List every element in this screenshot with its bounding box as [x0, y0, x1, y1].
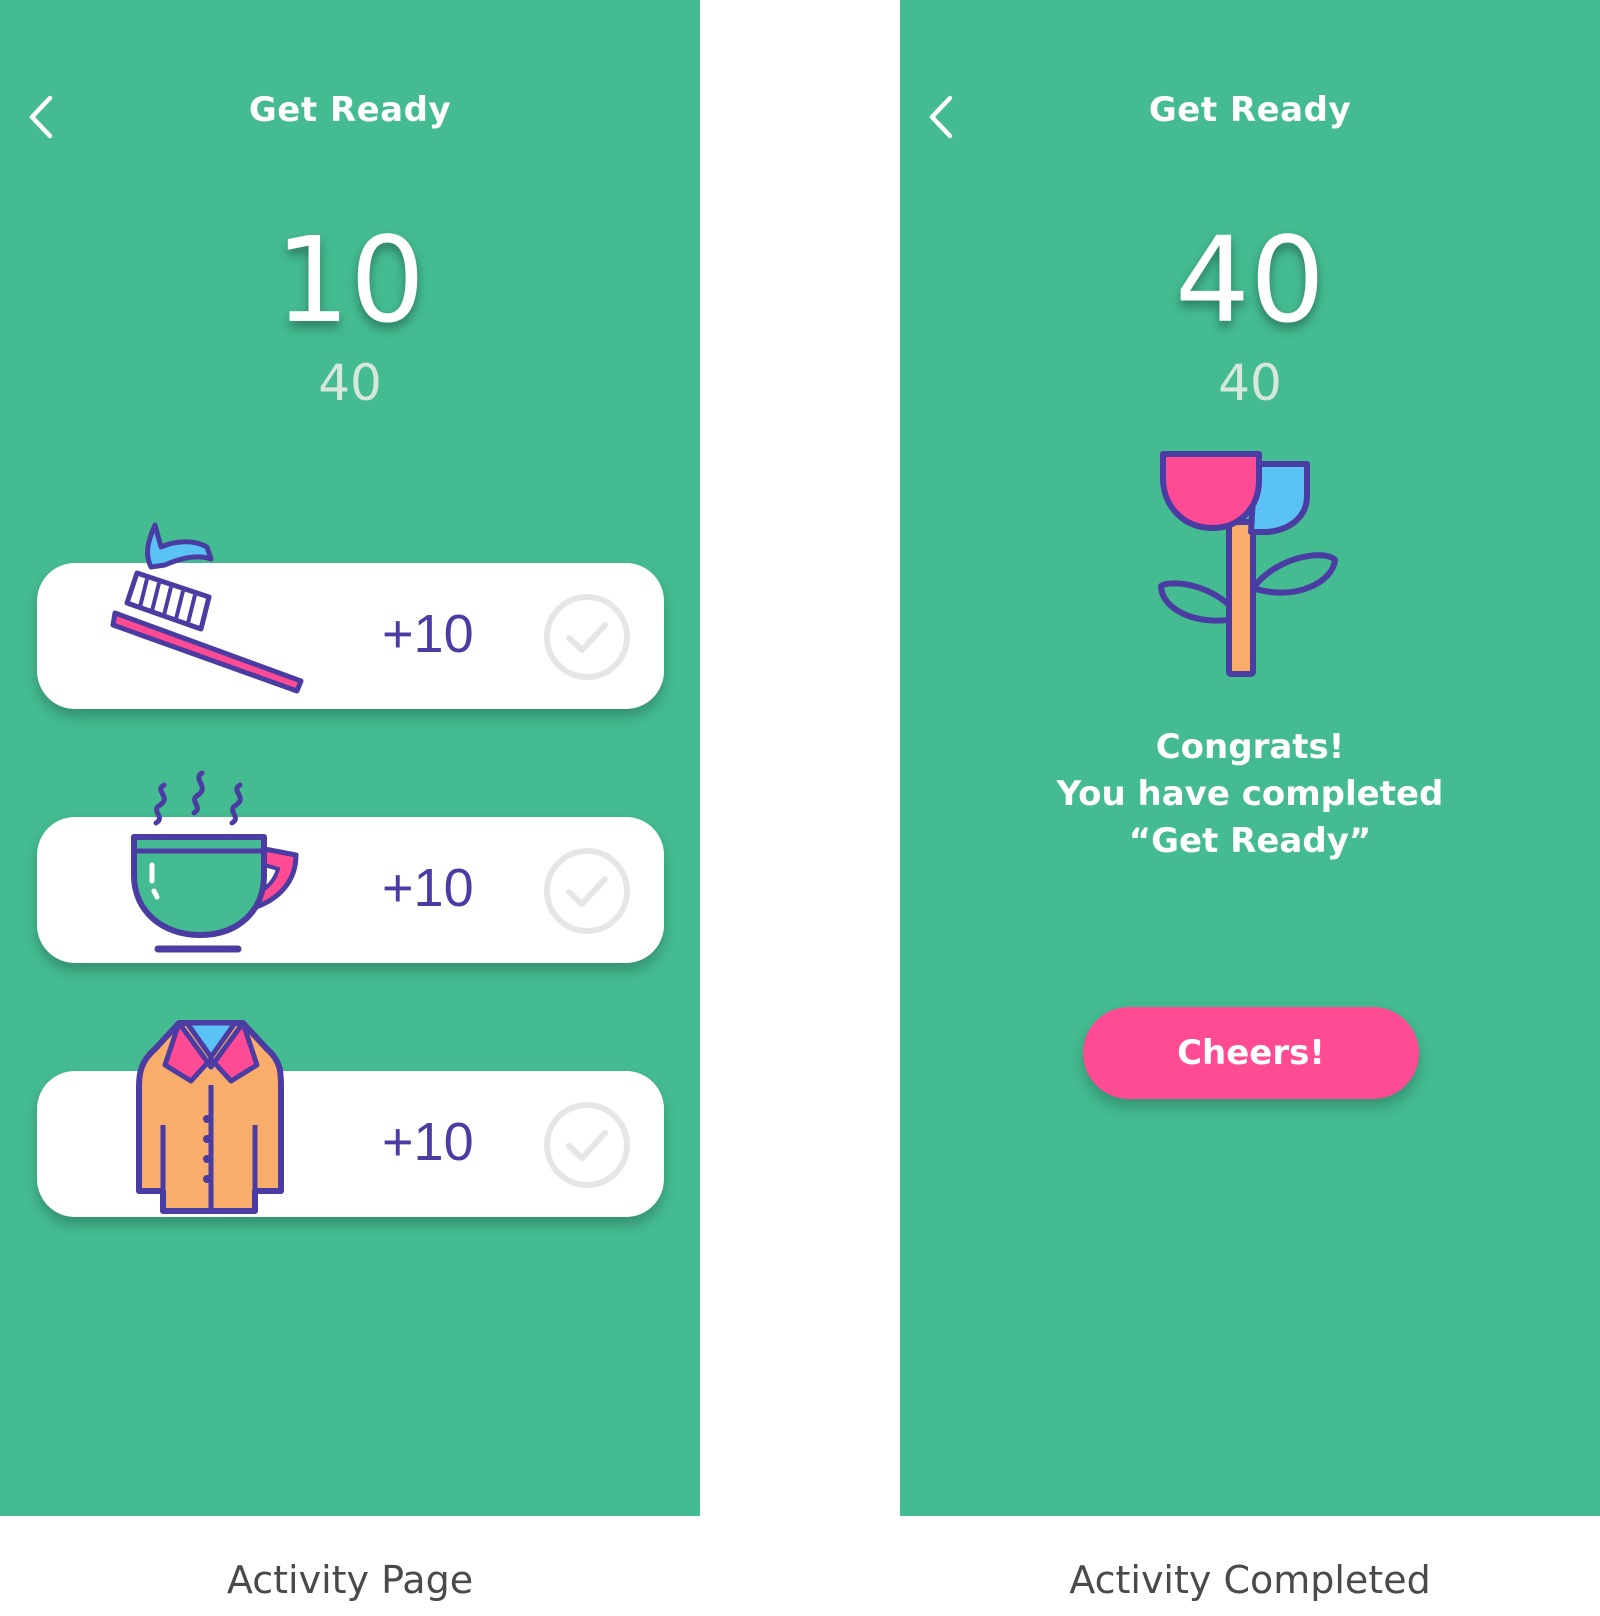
flower-icon	[1158, 451, 1338, 677]
checkmark-icon[interactable]	[543, 1101, 631, 1189]
coffee-cup-icon	[131, 770, 299, 953]
task-card-coat[interactable]: +10	[37, 1071, 664, 1217]
congrats-line-3: “Get Ready”	[1128, 821, 1372, 861]
congrats-message: Congrats! You have completed “Get Ready”	[900, 724, 1600, 865]
activity-completed-screen: Get Ready 40 40 Congrats! You have compl…	[900, 0, 1600, 1516]
activity-page-screen: Get Ready 10 40 +10 +10 +10	[0, 0, 700, 1516]
task-points: +10	[382, 858, 474, 918]
checkmark-icon[interactable]	[543, 593, 631, 681]
congrats-line-1: Congrats!	[1155, 727, 1345, 767]
goal-score: 40	[318, 354, 382, 412]
task-points: +10	[382, 1112, 474, 1172]
toothbrush-icon	[110, 522, 304, 694]
activity-completed-caption: Activity Completed	[1069, 1558, 1431, 1602]
activity-page-caption: Activity Page	[226, 1558, 474, 1602]
congrats-line-2: You have completed	[1056, 774, 1444, 814]
current-score: 10	[274, 211, 426, 349]
current-score: 40	[1174, 211, 1326, 349]
page-title: Get Ready	[1148, 90, 1352, 130]
task-points: +10	[382, 604, 474, 664]
goal-score: 40	[1218, 354, 1282, 412]
checkmark-icon[interactable]	[543, 847, 631, 935]
page-title: Get Ready	[248, 90, 452, 130]
cheers-button[interactable]: Cheers!	[1083, 1007, 1419, 1099]
coat-icon	[136, 1020, 284, 1214]
